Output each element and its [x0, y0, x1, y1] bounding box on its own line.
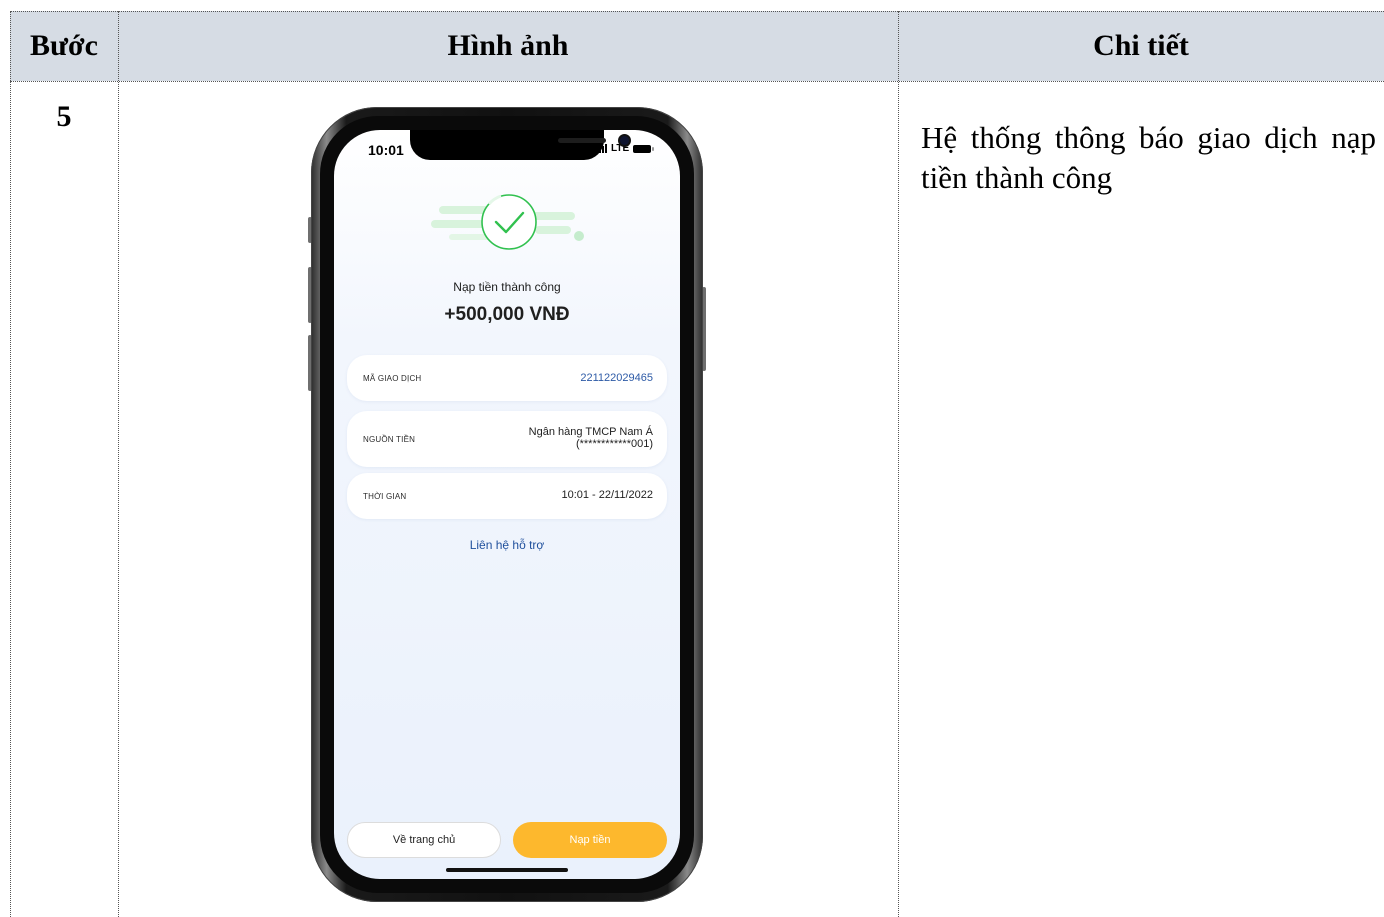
phone-screen: 10:01 LTE Nạp tiền thành công +500,000 V… — [334, 130, 680, 879]
network-type: LTE — [611, 143, 630, 154]
header-step: Bước — [30, 29, 98, 62]
step-detail: Hệ thống thông báo giao dịch nạp tiền th… — [921, 120, 1376, 195]
topup-again-button[interactable]: Nạp tiền — [513, 822, 667, 858]
funding-source-label: NGUỒN TIỀN — [363, 435, 416, 444]
camera-icon — [620, 136, 629, 145]
contact-support-link[interactable]: Liên hệ hỗ trợ — [334, 538, 680, 552]
table-column-divider-1 — [118, 11, 119, 917]
back-home-button[interactable]: Về trang chủ — [347, 822, 501, 858]
battery-icon — [633, 144, 655, 153]
success-check-icon — [431, 194, 584, 250]
table-border-left — [10, 11, 11, 917]
transaction-id-card: MÃ GIAO DỊCH 221122029465 — [347, 355, 667, 401]
header-image: Hình ảnh — [447, 29, 569, 62]
header-detail: Chi tiết — [1093, 29, 1189, 62]
phone-notch — [410, 130, 629, 160]
table-header-divider — [10, 81, 1384, 82]
status-time: 10:01 — [368, 142, 404, 158]
transaction-time-card: THỜI GIAN 10:01 - 22/11/2022 — [347, 473, 667, 519]
transaction-time-label: THỜI GIAN — [363, 492, 407, 501]
table-column-divider-2 — [898, 11, 899, 917]
funding-source-bank: Ngân hàng TMCP Nam Á — [528, 426, 653, 438]
success-title: Nạp tiền thành công — [453, 280, 561, 294]
transaction-time-value: 10:01 - 22/11/2022 — [561, 489, 653, 501]
step-number: 5 — [56, 100, 72, 133]
topup-amount: +500,000 VNĐ — [444, 304, 570, 325]
home-indicator — [446, 868, 568, 872]
transaction-id-label: MÃ GIAO DỊCH — [363, 374, 422, 383]
speaker-icon — [558, 138, 606, 143]
funding-source-value: Ngân hàng TMCP Nam Á (************001) — [529, 426, 653, 450]
transaction-id-value[interactable]: 221122029465 — [580, 372, 653, 384]
funding-source-card: NGUỒN TIỀN Ngân hàng TMCP Nam Á (*******… — [347, 411, 667, 467]
phone-mockup: 10:01 LTE Nạp tiền thành công +500,000 V… — [308, 107, 706, 902]
funding-source-account: (************001) — [575, 438, 653, 450]
